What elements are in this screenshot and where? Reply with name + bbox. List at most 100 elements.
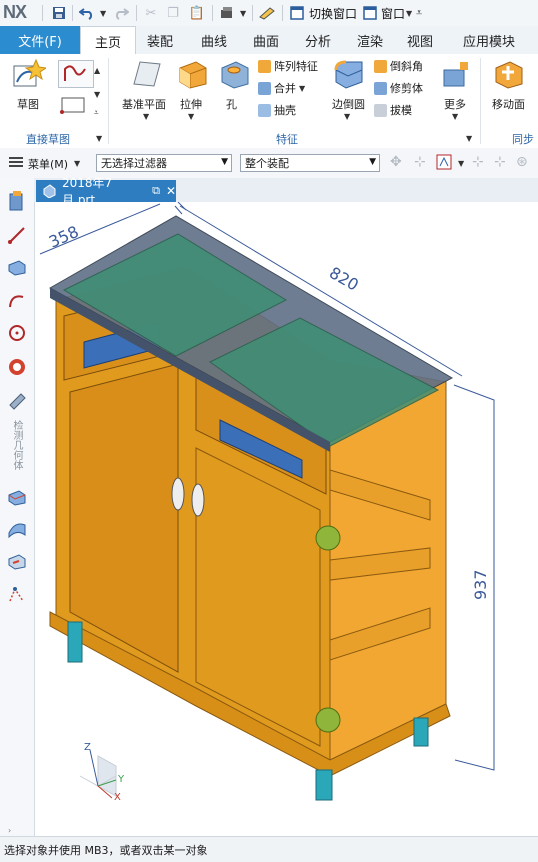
left-door-knob[interactable]: [171, 477, 185, 511]
selection-scope-dropdown-icon[interactable]: ▼: [458, 159, 464, 168]
control-point-snap-icon[interactable]: ⊛: [516, 154, 528, 170]
hinge-lower[interactable]: [315, 707, 341, 733]
face-analysis-icon[interactable]: [6, 486, 28, 508]
extrude-dropdown-icon[interactable]: ▼: [188, 112, 194, 121]
extrude-label[interactable]: 拉伸: [180, 96, 202, 112]
edge-blend-label[interactable]: 边倒圆: [332, 96, 365, 112]
undo-dropdown-icon[interactable]: ▼: [100, 9, 106, 18]
cabinet-model[interactable]: 358 820 937 Z Y X: [35, 202, 538, 836]
midpoint-snap-icon[interactable]: ⊹: [494, 154, 506, 170]
menu-button-label[interactable]: 菜单(M): [28, 156, 68, 172]
depth-dimension[interactable]: 358: [46, 222, 82, 252]
offset-surface-icon[interactable]: [6, 550, 28, 572]
sketch-label[interactable]: 草图: [17, 96, 39, 112]
pattern-feature-button[interactable]: 阵列特征: [258, 58, 318, 74]
tab-curve[interactable]: 曲线: [192, 26, 236, 54]
redo-icon[interactable]: [112, 4, 130, 22]
tab-file[interactable]: 文件(F): [0, 26, 80, 54]
menu-dropdown-icon[interactable]: ▼: [74, 159, 80, 168]
height-dimension[interactable]: 937: [471, 569, 490, 600]
right-door-knob[interactable]: [191, 483, 205, 517]
datum-plane-dropdown-icon[interactable]: ▼: [143, 112, 149, 121]
sketch-gallery-more-icon[interactable]: ⩡: [94, 108, 99, 118]
history-icon[interactable]: [6, 356, 28, 378]
quick-access-customize-icon[interactable]: ⩡: [416, 6, 422, 20]
direct-sketch-group-menu-icon[interactable]: ▼: [96, 134, 102, 143]
move-face-label[interactable]: 移动面: [492, 96, 525, 112]
arc-icon[interactable]: [6, 290, 28, 312]
more-icon[interactable]: [442, 60, 472, 93]
switch-window-icon[interactable]: [288, 4, 306, 22]
separator: [212, 5, 213, 21]
foot-back-right[interactable]: [413, 717, 429, 747]
width-dimension[interactable]: 820: [326, 263, 362, 295]
window-icon[interactable]: [361, 4, 379, 22]
foot-front-right[interactable]: [315, 769, 333, 801]
sketch-scroll-up-icon[interactable]: ▲: [94, 66, 100, 75]
part-file-icon: [42, 184, 56, 199]
edge-blend-icon[interactable]: [332, 58, 364, 93]
undo-icon[interactable]: [78, 4, 96, 22]
graphics-window[interactable]: 358 820 937 Z Y X: [35, 202, 538, 836]
edge-blend-dropdown-icon[interactable]: ▼: [344, 112, 350, 121]
circle-icon[interactable]: [6, 322, 28, 344]
selection-filter-icon[interactable]: ✥: [390, 154, 402, 170]
pattern-feature-icon: [258, 59, 271, 73]
copy-icon[interactable]: ❐: [164, 4, 182, 22]
selection-scope-icon[interactable]: [436, 154, 452, 173]
datum-plane-label[interactable]: 基准平面: [122, 96, 166, 112]
endpoint-snap-icon[interactable]: ⊹: [472, 154, 484, 170]
tab-view[interactable]: 视图: [398, 26, 442, 54]
unite-button[interactable]: 合并 ▼: [258, 80, 305, 96]
tab-home[interactable]: 主页: [80, 26, 136, 55]
extrude-icon[interactable]: [176, 58, 208, 93]
assembly-navigator-icon[interactable]: [6, 190, 28, 212]
scope-filter-select[interactable]: 整个装配 ▼: [240, 154, 380, 172]
tab-surface[interactable]: 曲面: [244, 26, 288, 54]
tab-render[interactable]: 渲染: [348, 26, 392, 54]
repeat-dropdown-icon[interactable]: ▼: [240, 9, 246, 18]
line-icon[interactable]: [6, 224, 28, 246]
switch-window-label[interactable]: 切换窗口: [309, 5, 357, 22]
window-menu-label[interactable]: 窗口: [381, 5, 405, 22]
more-dropdown-icon[interactable]: ▼: [452, 112, 458, 121]
hole-icon[interactable]: [218, 58, 250, 93]
type-filter-select[interactable]: 无选择过滤器 ▼: [96, 154, 232, 172]
foot-front-left[interactable]: [67, 621, 83, 663]
check-geometry-icon[interactable]: [6, 390, 28, 412]
trim-body-button[interactable]: 修剪体: [374, 80, 423, 96]
menu-icon[interactable]: [8, 155, 24, 172]
sketch-icon[interactable]: [12, 58, 48, 93]
move-face-icon[interactable]: [492, 58, 524, 93]
sketch-scroll-down-icon[interactable]: ▼: [94, 90, 100, 99]
restore-window-icon[interactable]: ⧉: [152, 184, 160, 198]
repeat-command-icon[interactable]: [218, 4, 236, 22]
resource-bar-expand-icon[interactable]: ›: [8, 826, 11, 835]
trim-body-icon: [374, 81, 387, 95]
cut-icon[interactable]: ✂: [142, 4, 160, 22]
profile-icon[interactable]: [58, 60, 94, 88]
snap-point-icon[interactable]: ⊹: [414, 154, 426, 170]
rectangle-icon[interactable]: [58, 94, 92, 116]
save-icon[interactable]: [50, 4, 68, 22]
hinge-upper[interactable]: [315, 525, 341, 551]
paste-icon[interactable]: 📋: [188, 4, 206, 22]
touch-mode-icon[interactable]: [258, 4, 276, 22]
tab-analysis[interactable]: 分析: [296, 26, 340, 54]
document-tab[interactable]: 2018年7月.prt ⧉ ✕: [36, 176, 176, 207]
surface-icon[interactable]: [6, 518, 28, 540]
measure-icon[interactable]: [6, 584, 28, 606]
more-label[interactable]: 更多: [444, 96, 466, 112]
window-dropdown-icon[interactable]: ▼: [406, 9, 412, 18]
draft-button[interactable]: 拔模: [374, 102, 412, 118]
datum-plane-icon[interactable]: [130, 58, 162, 93]
shell-button[interactable]: 抽壳: [258, 102, 296, 118]
hole-label[interactable]: 孔: [226, 96, 237, 112]
close-icon[interactable]: ✕: [166, 184, 176, 198]
unite-dropdown-icon[interactable]: ▼: [299, 84, 305, 93]
part-navigator-icon[interactable]: [6, 256, 28, 278]
feature-group-menu-icon[interactable]: ▼: [466, 134, 472, 143]
tab-assembly[interactable]: 装配: [138, 26, 182, 54]
chamfer-button[interactable]: 倒斜角: [374, 58, 423, 74]
tab-application[interactable]: 应用模块: [452, 26, 526, 54]
